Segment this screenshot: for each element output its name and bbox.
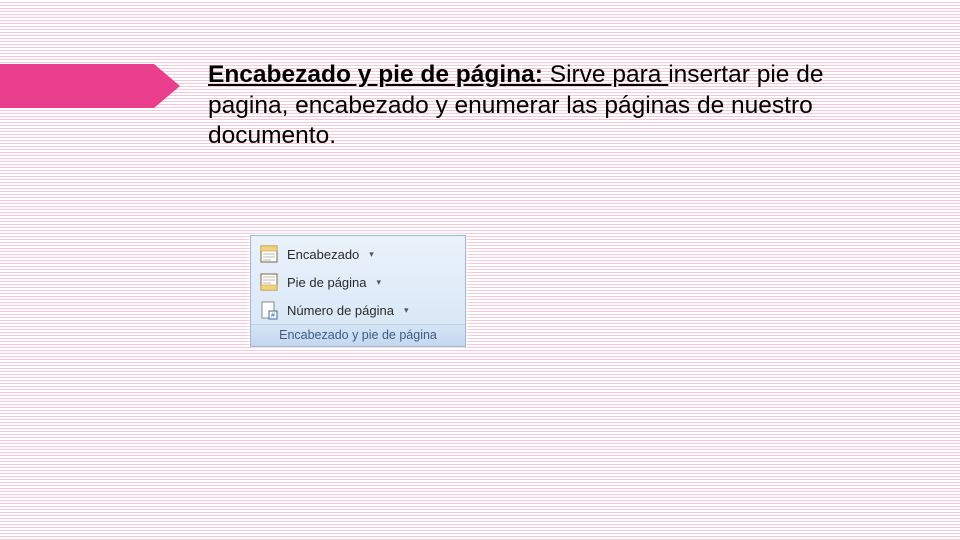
ribbon-item-label: Encabezado [287,247,359,262]
chevron-down-icon: ▾ [404,305,409,316]
bullet-arrow [0,64,180,108]
heading-title-rest: Sirve para [543,61,661,88]
ribbon-item-label: Pie de página [287,275,367,290]
slide-text: Encabezado y pie de página: Sirve para i… [208,60,880,152]
ribbon-item-label: Número de página [287,303,394,318]
ribbon-group-title: Encabezado y pie de página [251,324,465,346]
heading-title-bold: Encabezado y pie de página: [208,61,543,88]
chevron-down-icon: ▾ [369,249,374,260]
footer-icon [259,272,279,292]
chevron-down-icon: ▾ [377,277,382,288]
ribbon-item-page-number[interactable]: # Número de página ▾ [251,296,465,324]
svg-text:#: # [271,313,275,320]
ribbon-item-header[interactable]: Encabezado ▾ [251,240,465,268]
ribbon-item-footer[interactable]: Pie de página ▾ [251,268,465,296]
page-number-icon: # [259,300,279,320]
ribbon-group-header-footer: Encabezado ▾ Pie de página ▾ # Número de… [250,235,466,347]
heading-title: Encabezado y pie de página: Sirve para [208,61,668,88]
header-icon [259,244,279,264]
